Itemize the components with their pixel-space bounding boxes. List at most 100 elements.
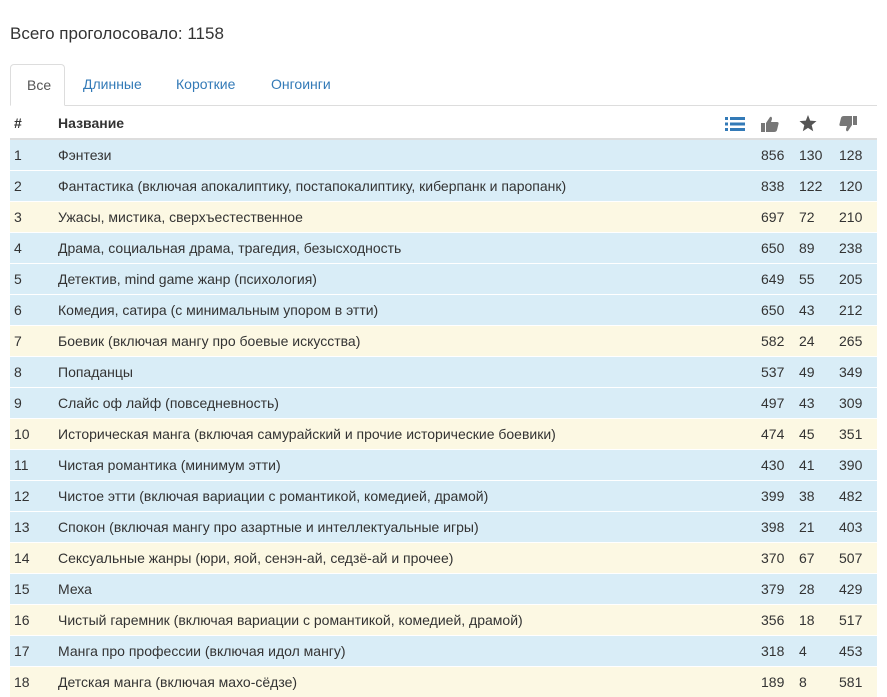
table-row[interactable]: 5Детектив, mind game жанр (психология)64… [10, 264, 877, 295]
table-row[interactable]: 11Чистая романтика (минимум этти)4304139… [10, 450, 877, 481]
row-dislikes: 429 [839, 574, 877, 605]
row-num: 1 [10, 139, 58, 171]
row-spacer [725, 574, 761, 605]
row-dislikes: 351 [839, 419, 877, 450]
table-row[interactable]: 16Чистый гаремник (включая вариации с ро… [10, 605, 877, 636]
row-num: 3 [10, 202, 58, 233]
table-row[interactable]: 18Детская манга (включая махо-сёдзе)1898… [10, 667, 877, 697]
row-genre-name: Слайс оф лайф (повседневность) [58, 388, 725, 419]
row-genre-name: Фэнтези [58, 139, 725, 171]
row-num: 18 [10, 667, 58, 697]
row-spacer [725, 605, 761, 636]
row-genre-name: Попаданцы [58, 357, 725, 388]
row-favs: 55 [799, 264, 839, 295]
list-icon [725, 116, 745, 132]
row-favs: 4 [799, 636, 839, 667]
row-favs: 38 [799, 481, 839, 512]
table-row[interactable]: 7Боевик (включая мангу про боевые искусс… [10, 326, 877, 357]
row-dislikes: 238 [839, 233, 877, 264]
row-likes: 650 [761, 295, 799, 326]
row-genre-name: Историческая манга (включая самурайский … [58, 419, 725, 450]
row-dislikes: 128 [839, 139, 877, 171]
header-name[interactable]: Название [58, 108, 725, 139]
row-likes: 430 [761, 450, 799, 481]
row-num: 10 [10, 419, 58, 450]
table-body: 1Фэнтези8561301282Фантастика (включая ап… [10, 139, 877, 697]
row-spacer [725, 171, 761, 202]
row-dislikes: 205 [839, 264, 877, 295]
genre-table: # Название [10, 108, 877, 697]
row-spacer [725, 295, 761, 326]
table-row[interactable]: 6Комедия, сатира (с минимальным упором в… [10, 295, 877, 326]
thumbs-down-icon [839, 116, 857, 132]
row-num: 15 [10, 574, 58, 605]
table-row[interactable]: 12Чистое этти (включая вариации с романт… [10, 481, 877, 512]
row-favs: 122 [799, 171, 839, 202]
row-favs: 21 [799, 512, 839, 543]
row-genre-name: Спокон (включая мангу про азартные и инт… [58, 512, 725, 543]
row-num: 2 [10, 171, 58, 202]
row-favs: 41 [799, 450, 839, 481]
row-num: 16 [10, 605, 58, 636]
row-spacer [725, 481, 761, 512]
row-genre-name: Фантастика (включая апокалиптику, постап… [58, 171, 725, 202]
table-row[interactable]: 3Ужасы, мистика, сверхъестественное69772… [10, 202, 877, 233]
row-genre-name: Чистый гаремник (включая вариации с рома… [58, 605, 725, 636]
table-row[interactable]: 14Сексуальные жанры (юри, яой, сенэн-ай,… [10, 543, 877, 574]
row-genre-name: Детектив, mind game жанр (психология) [58, 264, 725, 295]
row-likes: 356 [761, 605, 799, 636]
row-likes: 370 [761, 543, 799, 574]
row-likes: 582 [761, 326, 799, 357]
row-num: 8 [10, 357, 58, 388]
row-genre-name: Боевик (включая мангу про боевые искусст… [58, 326, 725, 357]
row-dislikes: 212 [839, 295, 877, 326]
tab-all[interactable]: Все [10, 64, 65, 106]
row-favs: 18 [799, 605, 839, 636]
row-favs: 24 [799, 326, 839, 357]
row-favs: 8 [799, 667, 839, 697]
table-header-row: # Название [10, 108, 877, 139]
row-favs: 89 [799, 233, 839, 264]
row-genre-name: Драма, социальная драма, трагедия, безыс… [58, 233, 725, 264]
table-row[interactable]: 1Фэнтези856130128 [10, 139, 877, 171]
star-icon [799, 115, 817, 132]
table-row[interactable]: 13Спокон (включая мангу про азартные и и… [10, 512, 877, 543]
row-favs: 130 [799, 139, 839, 171]
row-num: 17 [10, 636, 58, 667]
row-spacer [725, 419, 761, 450]
row-genre-name: Комедия, сатира (с минимальным упором в … [58, 295, 725, 326]
row-likes: 697 [761, 202, 799, 233]
tab-bar: Все Длинные Короткие Онгоинги [10, 64, 877, 106]
row-spacer [725, 357, 761, 388]
tab-long[interactable]: Длинные [67, 64, 158, 106]
row-spacer [725, 326, 761, 357]
header-dislikes[interactable] [839, 108, 877, 139]
row-likes: 650 [761, 233, 799, 264]
row-dislikes: 349 [839, 357, 877, 388]
tab-short[interactable]: Короткие [160, 64, 251, 106]
row-genre-name: Чистая романтика (минимум этти) [58, 450, 725, 481]
row-genre-name: Детская манга (включая махо-сёдзе) [58, 667, 725, 697]
table-row[interactable]: 2Фантастика (включая апокалиптику, поста… [10, 171, 877, 202]
row-likes: 497 [761, 388, 799, 419]
row-spacer [725, 543, 761, 574]
row-favs: 67 [799, 543, 839, 574]
header-likes[interactable] [761, 108, 799, 139]
row-num: 5 [10, 264, 58, 295]
header-favs[interactable] [799, 108, 839, 139]
table-row[interactable]: 15Меха37928429 [10, 574, 877, 605]
tab-ongoing[interactable]: Онгоинги [255, 64, 347, 106]
row-num: 12 [10, 481, 58, 512]
table-row[interactable]: 9Слайс оф лайф (повседневность)49743309 [10, 388, 877, 419]
row-spacer [725, 202, 761, 233]
row-spacer [725, 667, 761, 697]
table-row[interactable]: 8Попаданцы53749349 [10, 357, 877, 388]
row-likes: 318 [761, 636, 799, 667]
row-dislikes: 390 [839, 450, 877, 481]
row-dislikes: 482 [839, 481, 877, 512]
header-list[interactable] [725, 108, 761, 139]
table-row[interactable]: 17Манга про профессии (включая идол манг… [10, 636, 877, 667]
row-favs: 72 [799, 202, 839, 233]
table-row[interactable]: 4Драма, социальная драма, трагедия, безы… [10, 233, 877, 264]
table-row[interactable]: 10Историческая манга (включая самурайски… [10, 419, 877, 450]
